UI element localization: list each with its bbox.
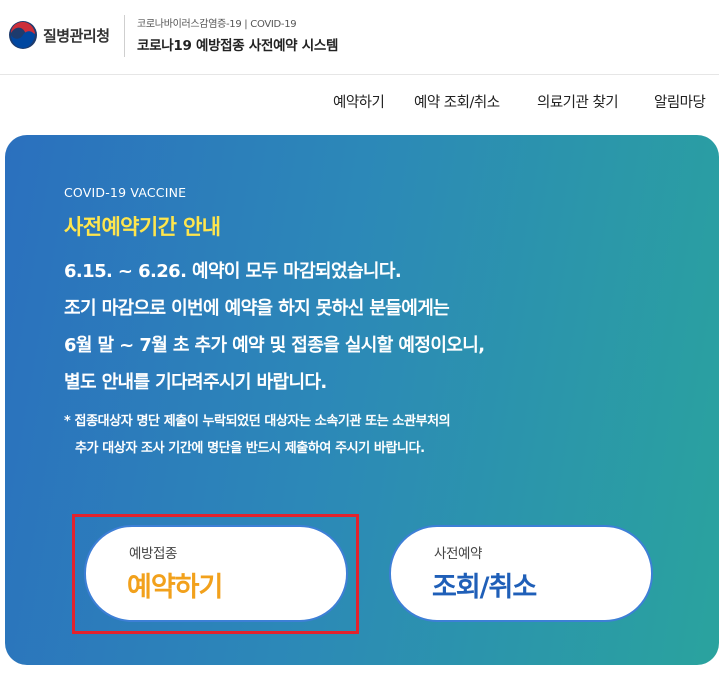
system-subtitle: 코로나바이러스감염증-19 | COVID-19 [137, 19, 297, 30]
nav-item-reserve[interactable]: 예약하기 [333, 91, 385, 112]
lookup-cancel-button[interactable]: 사전예약 조회/취소 [389, 525, 653, 622]
banner-kicker: COVID-19 VACCINE [64, 185, 187, 200]
main-nav: 예약하기 예약 조회/취소 의료기관 찾기 알림마당 [0, 91, 719, 113]
banner-line: 별도 안내를 기다려주시기 바랍니다. [64, 372, 327, 393]
agency-name[interactable]: 질병관리청 [43, 25, 110, 46]
nav-item-notices[interactable]: 알림마당 [654, 91, 706, 112]
nav-item-lookup-cancel[interactable]: 예약 조회/취소 [414, 91, 500, 112]
system-title[interactable]: 코로나19 예방접종 사전예약 시스템 [137, 34, 338, 54]
reserve-button[interactable]: 예방접종 예약하기 [84, 525, 348, 622]
reserve-button-sublabel: 예방접종 [129, 546, 178, 562]
banner-line: 조기 마감으로 이번에 예약을 하지 못하신 분들에게는 [64, 298, 450, 319]
site-header: 질병관리청 코로나바이러스감염증-19 | COVID-19 코로나19 예방접… [0, 0, 719, 75]
lookup-button-label: 조회/취소 [432, 572, 537, 603]
banner-note: * 접종대상자 명단 제출이 누락되었던 대상자는 소속기관 또는 소관부처의 [64, 414, 451, 429]
taegeuk-logo-icon[interactable] [8, 20, 38, 50]
nav-item-find-clinic[interactable]: 의료기관 찾기 [537, 91, 619, 112]
banner-message: 6.15. ~ 6.26. 예약이 모두 마감되었습니다. 조기 마감으로 이번… [64, 253, 704, 401]
reserve-button-label: 예약하기 [127, 572, 223, 603]
header-divider [124, 15, 125, 57]
banner-footnote: * 접종대상자 명단 제출이 누락되었던 대상자는 소속기관 또는 소관부처의 … [64, 408, 704, 462]
banner-note: 추가 대상자 조사 기간에 명단을 반드시 제출하여 주시기 바랍니다. [75, 441, 425, 456]
banner-title: 사전예약기간 안내 [64, 215, 221, 239]
lookup-button-sublabel: 사전예약 [434, 546, 483, 562]
reservation-info-banner: COVID-19 VACCINE 사전예약기간 안내 6.15. ~ 6.26.… [5, 135, 719, 665]
banner-line: 6월 말 ~ 7월 초 추가 예약 및 접종을 실시할 예정이오니, [64, 335, 485, 356]
banner-line: 6.15. ~ 6.26. 예약이 모두 마감되었습니다. [64, 261, 402, 282]
